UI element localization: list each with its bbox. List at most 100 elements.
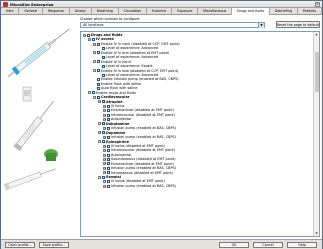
tab-examine[interactable]: Examine <box>147 8 173 15</box>
collapse-icon[interactable]: − <box>98 140 101 144</box>
checkbox[interactable] <box>102 100 105 104</box>
tab-circulation[interactable]: Circulation <box>119 8 148 15</box>
checkbox[interactable]: ✓ <box>107 171 110 175</box>
checkbox[interactable]: ✓ <box>107 126 110 130</box>
close-button[interactable]: × <box>315 2 320 7</box>
checkbox[interactable] <box>102 140 105 144</box>
checkbox[interactable]: ✓ <box>102 64 105 68</box>
tree-list: − ✓Drugs and fluids − ✓IV access − ✓Enable IV… <box>81 33 313 188</box>
expand-icon[interactable]: + <box>103 109 106 113</box>
help-button[interactable]: Help <box>287 242 317 248</box>
checkbox[interactable] <box>102 175 105 179</box>
collapse-icon[interactable]: − <box>98 175 101 179</box>
tab-drugs-and-fluids[interactable]: Drugs and fluids <box>232 8 270 15</box>
expand-icon[interactable]: + <box>103 180 106 184</box>
checkbox[interactable]: ✓ <box>107 118 110 121</box>
expand-icon[interactable]: + <box>103 104 106 108</box>
checkbox[interactable]: ✓ <box>97 60 100 64</box>
tree-row[interactable]: + ✓Infusion pump (enabled at BAS, CBPS) <box>81 184 313 188</box>
checkbox[interactable]: ✓ <box>97 51 100 55</box>
tab-miscellaneous[interactable]: Miscellaneous <box>198 8 233 15</box>
checkbox[interactable]: ✓ <box>97 42 100 46</box>
window-title: MicroSim Enterprise <box>10 2 54 7</box>
checkbox[interactable]: ✓ <box>107 144 110 148</box>
collapse-icon[interactable]: − <box>98 122 101 126</box>
tree-row-label: Level of experience: Advanced <box>106 72 159 77</box>
collapse-icon[interactable]: − <box>93 42 96 46</box>
checkbox[interactable] <box>97 86 100 90</box>
tab-debriefing[interactable]: Debriefing <box>270 8 298 15</box>
collapse-icon[interactable]: − <box>88 38 91 42</box>
reset-page-button[interactable]: Reset the page to default <box>276 21 320 28</box>
collapse-icon[interactable]: − <box>98 100 101 104</box>
checkbox[interactable]: ✓ <box>107 157 110 161</box>
checkbox[interactable]: ✓ <box>107 162 110 166</box>
cancel-button[interactable]: Cancel <box>253 242 283 248</box>
checkbox[interactable]: ✓ <box>92 91 95 95</box>
syringe-illustration <box>1 15 76 239</box>
tab-exposure[interactable]: Exposure <box>172 8 199 15</box>
expand-icon[interactable]: + <box>103 166 106 170</box>
collapse-icon[interactable]: − <box>93 60 96 64</box>
open-profile-button[interactable]: Open profile... <box>5 242 35 248</box>
save-profile-button[interactable]: Save profile... <box>39 242 69 248</box>
scroll-down-icon[interactable]: ▼ <box>314 231 319 236</box>
chevron-down-icon[interactable]: ▼ <box>258 23 264 28</box>
tab-airway[interactable]: Airway <box>70 8 92 15</box>
location-select[interactable]: All locations ▼ <box>80 22 265 28</box>
scroll-up-icon[interactable]: ▲ <box>314 32 319 37</box>
checkbox[interactable]: ✓ <box>92 38 95 42</box>
collapse-icon[interactable]: − <box>98 131 101 135</box>
checkbox[interactable]: ✓ <box>107 184 110 188</box>
collapse-icon[interactable]: − <box>88 91 91 95</box>
tab-intro[interactable]: Intro <box>1 8 20 15</box>
tree-row-label: Subcutaneous (disabled at EMT point) <box>111 157 176 162</box>
collapse-icon[interactable]: − <box>93 95 96 99</box>
expand-icon[interactable]: + <box>103 153 106 157</box>
expand-icon[interactable]: + <box>103 184 106 188</box>
checkbox[interactable]: ✓ <box>102 73 105 77</box>
checkbox[interactable]: ✓ <box>107 180 110 184</box>
scroll-thumb[interactable] <box>315 52 319 92</box>
checkbox[interactable]: ✓ <box>97 82 100 86</box>
collapse-icon[interactable]: − <box>83 33 86 37</box>
tab-breathing[interactable]: Breathing <box>92 8 119 15</box>
checkbox[interactable] <box>102 122 105 126</box>
tree-row-label: Enable infusion pump (enabled at BAS, CB… <box>101 77 179 82</box>
checkbox[interactable]: ✓ <box>102 55 105 59</box>
tree-row-label: Enable IV in neck (disabled at CCP, EMT … <box>101 41 180 46</box>
checkbox[interactable] <box>97 95 100 99</box>
expand-icon[interactable]: + <box>103 157 106 161</box>
expand-icon[interactable]: + <box>103 149 106 153</box>
location-select-value: All locations <box>83 23 104 27</box>
checkbox[interactable]: ✓ <box>107 109 110 113</box>
checkbox[interactable]: ✓ <box>107 166 110 170</box>
checkbox[interactable]: ✓ <box>97 69 100 73</box>
expand-icon[interactable]: + <box>103 144 106 148</box>
checkbox[interactable]: ✓ <box>102 47 105 50</box>
collapse-icon[interactable]: − <box>93 51 96 55</box>
checkbox[interactable]: ✓ <box>107 135 110 139</box>
collapse-icon[interactable]: − <box>93 69 96 73</box>
expand-icon[interactable]: + <box>103 162 106 166</box>
expand-icon[interactable]: + <box>103 171 106 175</box>
tab-response[interactable]: Response <box>43 8 70 15</box>
checkbox[interactable] <box>102 131 105 135</box>
expand-icon[interactable]: + <box>103 126 106 130</box>
checkbox[interactable]: ✓ <box>107 153 110 157</box>
tree-scrollbar[interactable]: ▲ ▼ <box>313 32 319 236</box>
checkbox[interactable]: ✓ <box>87 33 90 37</box>
checkbox[interactable]: ✓ <box>97 78 100 82</box>
checkbox[interactable]: ✓ <box>107 113 110 117</box>
tree-row-label: Infusion pump (enabled at BAS, CBPS) <box>111 126 177 131</box>
checkbox[interactable]: ✓ <box>107 104 110 108</box>
tree-row-label: Infusion pump (enabled at BAS, CBPS) <box>111 135 177 140</box>
expand-icon[interactable]: + <box>103 135 106 139</box>
expand-icon[interactable]: + <box>103 113 106 117</box>
expand-icon[interactable]: + <box>103 118 106 122</box>
tab-general[interactable]: General <box>19 8 44 15</box>
ok-button[interactable]: OK <box>219 242 249 248</box>
app-icon <box>3 2 8 7</box>
checkbox[interactable]: ✓ <box>107 149 110 153</box>
tab-patients[interactable]: Patients <box>298 8 322 15</box>
